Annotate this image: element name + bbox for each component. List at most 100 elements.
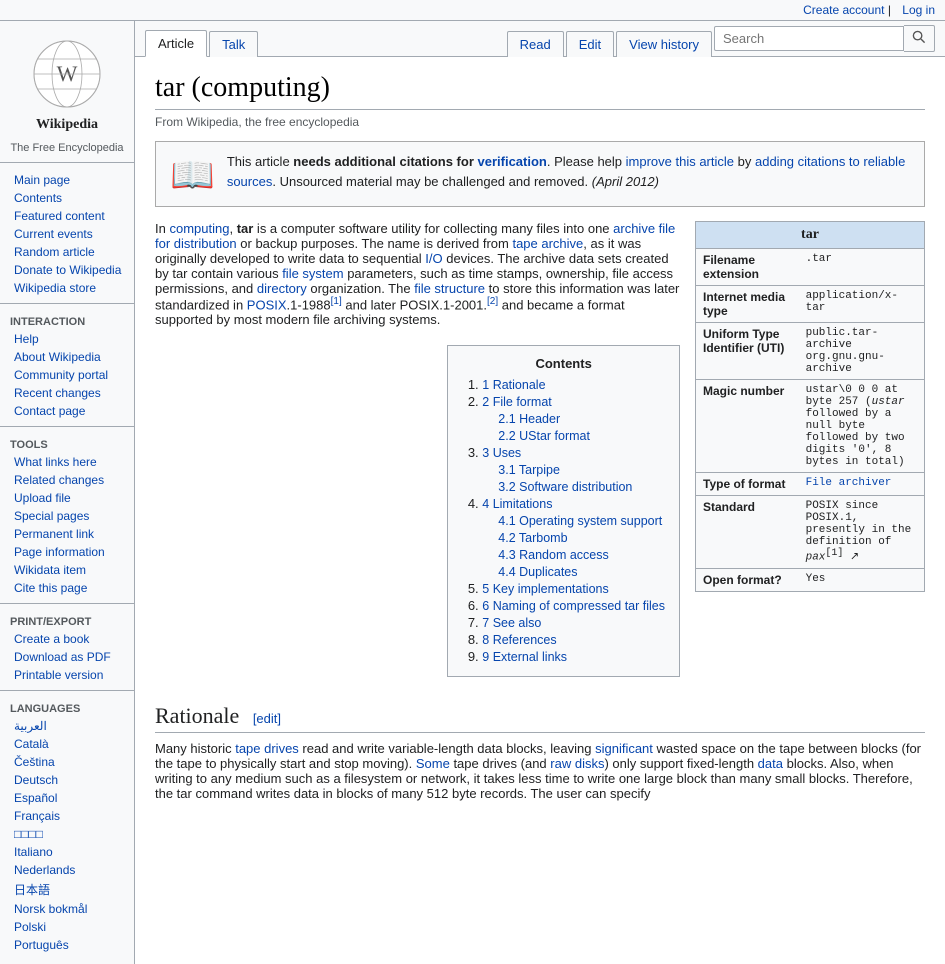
sidebar-item-deutsch[interactable]: Deutsch <box>0 771 134 789</box>
infobox-title: tar <box>696 222 924 248</box>
tape-archive-link[interactable]: tape archive <box>512 236 583 251</box>
wiki-subtitle: The Free Encyclopedia <box>0 142 134 163</box>
tape-drives-link[interactable]: tape drives <box>235 741 299 756</box>
infobox-table: Filename extension .tar Internet media t… <box>696 248 924 591</box>
sidebar-item-japanese[interactable]: 日本語 <box>0 879 134 900</box>
sidebar-item-italiano[interactable]: Italiano <box>0 843 134 861</box>
sidebar-item-what-links-here[interactable]: What links here <box>0 453 134 471</box>
toc-item-3-2[interactable]: 3.2 Software distribution <box>498 480 632 494</box>
tab-article[interactable]: Article <box>145 30 207 57</box>
edit-rationale-link[interactable]: [edit] <box>253 711 281 726</box>
sidebar-item-espanol[interactable]: Español <box>0 789 134 807</box>
list-item: 4.2 Tarbomb <box>498 530 665 545</box>
sidebar-item-cite-this-page[interactable]: Cite this page <box>0 579 134 597</box>
sidebar-item-francais[interactable]: Français <box>0 807 134 825</box>
sidebar-item-donate[interactable]: Donate to Wikipedia <box>0 261 134 279</box>
sidebar-item-polish[interactable]: Polski <box>0 918 134 936</box>
ref1-link[interactable]: [1] <box>331 296 342 307</box>
posix-link[interactable]: POSIX <box>247 297 287 312</box>
table-of-contents: Contents 1 Rationale 2 File format 2.1 H… <box>447 345 680 677</box>
tab-talk[interactable]: Talk <box>209 31 258 57</box>
toc-item-4-3[interactable]: 4.3 Random access <box>498 548 608 562</box>
sidebar-nav-section: Main page Contents Featured content Curr… <box>0 167 134 299</box>
sidebar-item-wikidata-item[interactable]: Wikidata item <box>0 561 134 579</box>
sidebar-item-about-wikipedia[interactable]: About Wikipedia <box>0 348 134 366</box>
sidebar-item-main-page[interactable]: Main page <box>0 171 134 189</box>
toc-item-2[interactable]: 2 File format <box>482 395 551 409</box>
toc-item-3[interactable]: 3 Uses <box>482 446 521 460</box>
sidebar-item-cestina[interactable]: Čeština <box>0 753 134 771</box>
sidebar-item-community-portal[interactable]: Community portal <box>0 366 134 384</box>
toc-item-7[interactable]: 7 See also <box>482 616 541 630</box>
sidebar-item-download-pdf[interactable]: Download as PDF <box>0 648 134 666</box>
file-structure-link[interactable]: file structure <box>414 281 485 296</box>
toc-item-9[interactable]: 9 External links <box>482 650 567 664</box>
sidebar-item-upload-file[interactable]: Upload file <box>0 489 134 507</box>
toc-item-4-2[interactable]: 4.2 Tarbomb <box>498 531 567 545</box>
sidebar-item-help[interactable]: Help <box>0 330 134 348</box>
sidebar-item-norwegian[interactable]: Norsk bokmål <box>0 900 134 918</box>
sidebar-item-portuguese[interactable]: Português <box>0 936 134 954</box>
sidebar-item-related-changes[interactable]: Related changes <box>0 471 134 489</box>
toc-item-8[interactable]: 8 References <box>482 633 556 647</box>
list-item: 9 External links <box>482 649 665 664</box>
improve-article-link[interactable]: improve this article <box>626 154 734 169</box>
toc-item-5[interactable]: 5 Key implementations <box>482 582 608 596</box>
sidebar-item-nederlands[interactable]: Nederlands <box>0 861 134 879</box>
tab-read[interactable]: Read <box>507 31 564 57</box>
search-button[interactable] <box>904 25 935 52</box>
sidebar-item-recent-changes[interactable]: Recent changes <box>0 384 134 402</box>
sidebar-item-featured-content[interactable]: Featured content <box>0 207 134 225</box>
sidebar-item-contact-page[interactable]: Contact page <box>0 402 134 420</box>
list-item: 5 Key implementations <box>482 581 665 596</box>
computing-link[interactable]: computing <box>169 221 229 236</box>
sidebar-item-current-events[interactable]: Current events <box>0 225 134 243</box>
toc-item-3-1[interactable]: 3.1 Tarpipe <box>498 463 560 477</box>
file-archiver-link[interactable]: File archiver <box>806 477 892 489</box>
archive-file-link[interactable]: archive file for distribution <box>155 221 675 251</box>
verification-link[interactable]: verification <box>478 154 547 169</box>
raw-disks-link[interactable]: raw disks <box>550 756 604 771</box>
sidebar-item-create-book[interactable]: Create a book <box>0 630 134 648</box>
infobox-label-standard: Standard <box>696 496 799 569</box>
notice-emphasis: needs additional citations for verificat… <box>293 154 547 169</box>
sidebar-item-arabic[interactable]: العربية <box>0 717 134 735</box>
sidebar-item-random-article[interactable]: Random article <box>0 243 134 261</box>
directory-link[interactable]: directory <box>257 281 307 296</box>
toc-item-2-2[interactable]: 2.2 UStar format <box>498 429 590 443</box>
table-row: Filename extension .tar <box>696 249 924 286</box>
interaction-title: Interaction <box>0 312 134 330</box>
sidebar-item-catala[interactable]: Català <box>0 735 134 753</box>
article: tar (computing) From Wikipedia, the free… <box>135 57 945 824</box>
sidebar-logo: W <box>0 29 134 117</box>
toc-item-1[interactable]: 1 Rationale <box>482 378 545 392</box>
list-item: 1 Rationale <box>482 377 665 392</box>
toc-item-6[interactable]: 6 Naming of compressed tar files <box>482 599 665 613</box>
sidebar-item-japanese-kana[interactable]: □□□□ <box>0 825 134 843</box>
search-icon <box>912 30 926 44</box>
toc-item-4[interactable]: 4 Limitations <box>482 497 552 511</box>
some-link[interactable]: Some <box>416 756 450 771</box>
toc-item-4-1[interactable]: 4.1 Operating system support <box>498 514 662 528</box>
sidebar-item-contents[interactable]: Contents <box>0 189 134 207</box>
toc-item-4-4[interactable]: 4.4 Duplicates <box>498 565 577 579</box>
io-link[interactable]: I/O <box>425 251 442 266</box>
sidebar-item-special-pages[interactable]: Special pages <box>0 507 134 525</box>
significant-link[interactable]: significant <box>595 741 653 756</box>
print-title: Print/export <box>0 612 134 630</box>
infobox-value-type: File archiver <box>799 473 924 496</box>
sidebar-item-permanent-link[interactable]: Permanent link <box>0 525 134 543</box>
search-input[interactable] <box>714 26 904 51</box>
data-link[interactable]: data <box>758 756 783 771</box>
sidebar-item-wikipedia-store[interactable]: Wikipedia store <box>0 279 134 297</box>
tab-view-history[interactable]: View history <box>616 31 712 57</box>
ref2-link[interactable]: [2] <box>487 296 498 307</box>
tab-edit[interactable]: Edit <box>566 31 614 57</box>
infobox: tar Filename extension .tar Internet med… <box>695 221 925 592</box>
create-account-link[interactable]: Create account <box>803 3 884 17</box>
log-in-link[interactable]: Log in <box>902 3 935 17</box>
sidebar-item-printable-version[interactable]: Printable version <box>0 666 134 684</box>
sidebar-item-page-information[interactable]: Page information <box>0 543 134 561</box>
file-system-link[interactable]: file system <box>282 266 343 281</box>
toc-item-2-1[interactable]: 2.1 Header <box>498 412 560 426</box>
